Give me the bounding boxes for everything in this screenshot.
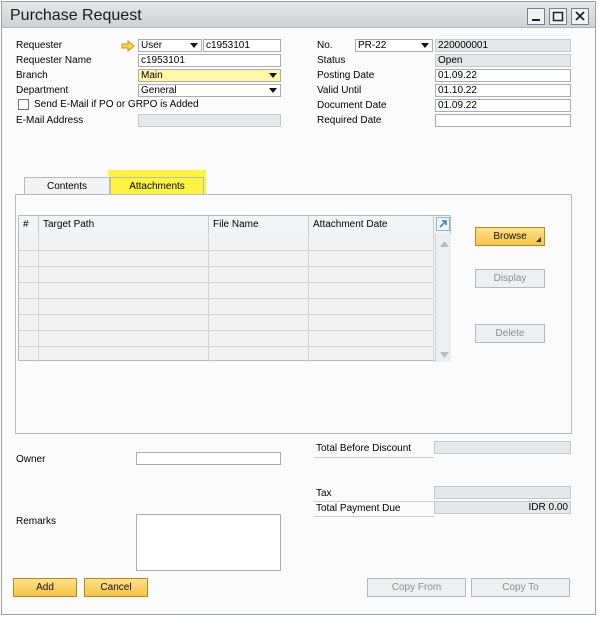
window-title: Purchase Request — [10, 7, 142, 24]
table-row[interactable] — [19, 314, 434, 330]
browse-button-label: Browse — [493, 231, 527, 242]
column-header-file-name[interactable]: File Name — [209, 216, 309, 234]
table-row[interactable] — [19, 266, 434, 282]
cancel-button[interactable]: Cancel — [84, 578, 148, 597]
minimize-button[interactable] — [527, 8, 545, 25]
delete-button[interactable]: Delete — [475, 324, 545, 343]
copy-to-button[interactable]: Copy To — [471, 578, 570, 597]
table-row[interactable] — [19, 250, 434, 266]
valid-until-input[interactable]: 01.10.22 — [435, 84, 571, 97]
owner-label: Owner — [16, 454, 46, 465]
table-body[interactable] — [19, 234, 434, 362]
requester-name-label: Requester Name — [16, 55, 92, 66]
series-select[interactable]: PR-22 — [355, 39, 433, 52]
send-email-label: Send E-Mail if PO or GRPO is Added — [34, 99, 199, 110]
send-email-checkbox[interactable] — [18, 99, 29, 110]
divider — [314, 516, 434, 517]
document-date-input[interactable]: 01.09.22 — [435, 99, 571, 112]
maximize-icon — [552, 11, 564, 22]
document-date-label: Document Date — [317, 100, 387, 111]
email-address-input[interactable] — [138, 114, 281, 127]
dropdown-corner-icon — [536, 237, 541, 242]
branch-select[interactable]: Main — [138, 69, 281, 82]
posting-date-input[interactable]: 01.09.22 — [435, 69, 571, 82]
status-label: Status — [317, 55, 346, 66]
remarks-textarea[interactable] — [136, 514, 281, 571]
total-before-discount-label: Total Before Discount — [316, 443, 412, 454]
chevron-down-icon — [190, 43, 198, 48]
requester-name-input[interactable]: c1953101 — [138, 54, 281, 67]
tax-label: Tax — [316, 488, 332, 499]
department-select[interactable]: General — [138, 84, 281, 97]
display-button[interactable]: Display — [475, 269, 545, 288]
email-address-label: E-Mail Address — [16, 115, 84, 126]
copy-from-button[interactable]: Copy From — [367, 578, 466, 597]
column-header-number[interactable]: # — [19, 216, 39, 234]
document-number-field: 220000001 — [435, 39, 571, 52]
close-button[interactable] — [571, 8, 589, 25]
chevron-down-icon — [269, 73, 277, 78]
scroll-up-icon[interactable] — [440, 239, 449, 250]
browse-button[interactable]: Browse — [475, 227, 545, 246]
chevron-down-icon — [269, 88, 277, 93]
title-bar[interactable]: Purchase Request — [2, 2, 595, 28]
column-header-target-path[interactable]: Target Path — [39, 216, 209, 234]
series-value: PR-22 — [358, 40, 387, 51]
requester-type-value: User — [141, 40, 163, 51]
table-header: # Target Path File Name Attachment Date — [19, 216, 434, 234]
table-row[interactable] — [19, 282, 434, 298]
valid-until-label: Valid Until — [317, 85, 362, 96]
requester-label: Requester — [16, 40, 63, 51]
tax-field — [434, 486, 571, 499]
requester-code-input[interactable]: c1953101 — [203, 39, 281, 52]
link-arrow-icon[interactable] — [121, 39, 135, 53]
scroll-down-icon[interactable] — [440, 350, 449, 361]
required-date-label: Required Date — [317, 115, 382, 126]
department-value: General — [141, 85, 177, 96]
table-row[interactable] — [19, 330, 434, 346]
tab-attachments[interactable]: Attachments — [110, 177, 204, 195]
table-scrollbar[interactable] — [435, 234, 451, 362]
remarks-label: Remarks — [16, 516, 57, 527]
tab-contents[interactable]: Contents — [24, 177, 110, 195]
owner-input[interactable] — [136, 452, 281, 465]
branch-value: Main — [141, 70, 163, 81]
chevron-down-icon — [421, 43, 429, 48]
total-before-discount-field — [434, 441, 571, 454]
status-field: Open — [435, 54, 571, 67]
required-date-input[interactable] — [435, 114, 571, 127]
no-label: No. — [317, 40, 333, 51]
branch-label: Branch — [16, 70, 48, 81]
total-payment-due-field: IDR 0.00 — [434, 501, 571, 514]
total-payment-due-label: Total Payment Due — [316, 503, 401, 514]
table-row[interactable] — [19, 298, 434, 314]
add-button[interactable]: Add — [13, 578, 77, 597]
department-label: Department — [16, 85, 69, 96]
column-header-attachment-date[interactable]: Attachment Date — [309, 216, 434, 234]
requester-type-select[interactable]: User — [138, 39, 202, 52]
table-row[interactable] — [19, 346, 434, 362]
expand-table-icon[interactable] — [436, 217, 450, 231]
attachments-table[interactable]: # Target Path File Name Attachment Date — [18, 215, 451, 362]
minimize-icon — [532, 19, 540, 21]
close-icon — [575, 11, 585, 21]
divider — [314, 457, 434, 458]
maximize-button[interactable] — [549, 8, 567, 25]
posting-date-label: Posting Date — [317, 70, 375, 81]
